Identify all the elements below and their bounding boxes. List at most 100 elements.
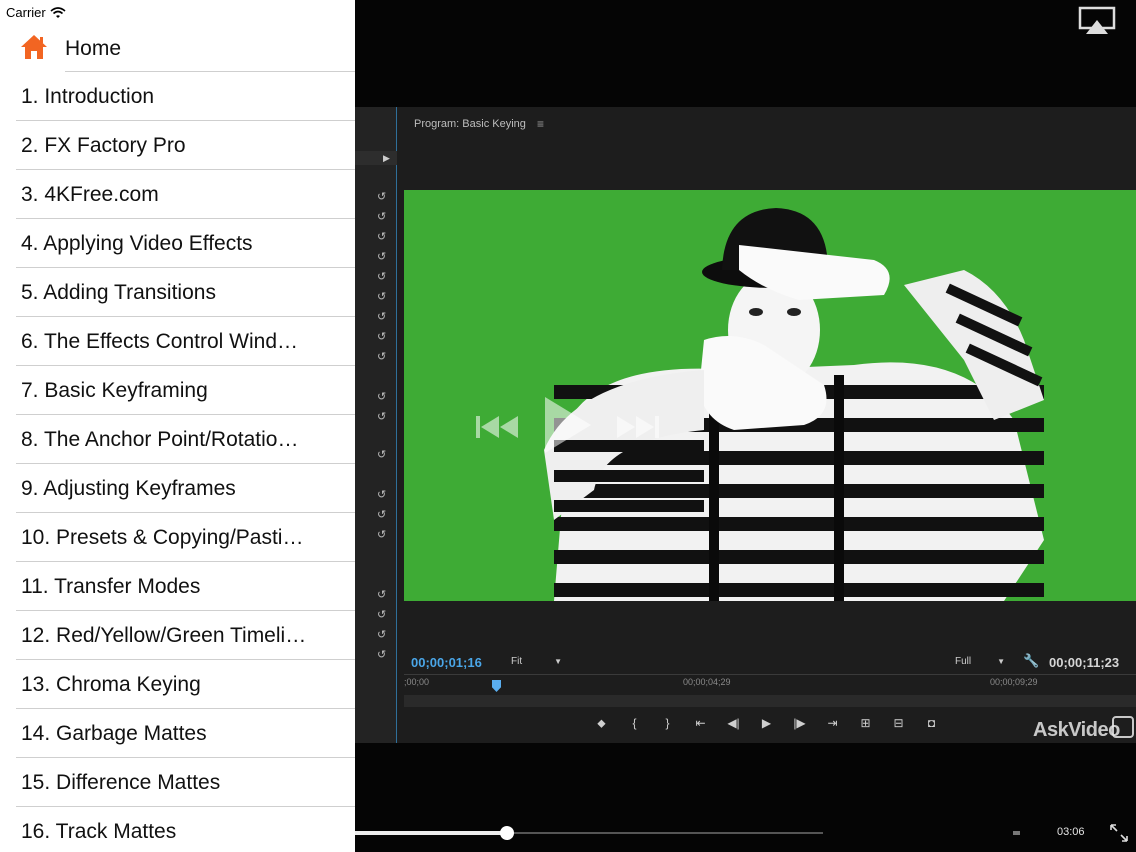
program-monitor-frame xyxy=(404,190,1136,601)
caret-down-icon: ▼ xyxy=(554,657,563,666)
reset-icon: ↺ xyxy=(377,649,387,661)
reset-icon: ↺ xyxy=(377,271,387,283)
lesson-item[interactable]: 1. Introduction xyxy=(0,72,355,121)
panel-arrow-icon: ▶ xyxy=(383,153,390,163)
scrub-handle[interactable] xyxy=(500,826,515,840)
play-button[interactable] xyxy=(543,395,593,455)
lesson-sidebar: Carrier Home 1. Introduction 2. FX Facto… xyxy=(0,0,355,852)
reset-icon: ↺ xyxy=(377,251,387,263)
resolution-select: Full ▼ xyxy=(955,656,1005,667)
effects-panel: ▶ ↺ ↺ ↺ ↺ ↺ ↺ ↺ ↺ ↺ ↺ ↺ ↺ ↺ ↺ ↺ ↺ ↺ ↺ ↺ xyxy=(355,107,397,743)
reset-icon: ↺ xyxy=(377,231,387,243)
lesson-item[interactable]: 15. Difference Mattes xyxy=(0,758,355,807)
reset-icon: ↺ xyxy=(377,411,387,423)
reset-icon: ↺ xyxy=(377,609,387,621)
reset-icon: ↺ xyxy=(377,191,387,203)
lesson-item[interactable]: 5. Adding Transitions xyxy=(0,268,355,317)
premiere-editor-capture: ▶ ↺ ↺ ↺ ↺ ↺ ↺ ↺ ↺ ↺ ↺ ↺ ↺ ↺ ↺ ↺ ↺ ↺ ↺ ↺ … xyxy=(355,107,1136,743)
step-back-icon: ◀| xyxy=(727,716,740,730)
home-label: Home xyxy=(65,37,122,60)
reset-icon: ↺ xyxy=(377,489,387,501)
lesson-title: 16. Track Mattes xyxy=(21,820,177,843)
reset-icon: ↺ xyxy=(377,589,387,601)
total-timecode: 00;00;11;23 xyxy=(1049,655,1120,670)
askvideo-logo-icon xyxy=(1112,716,1134,738)
home-icon xyxy=(21,35,47,59)
status-bar: Carrier xyxy=(6,5,66,20)
full-select-label: Full xyxy=(955,656,972,667)
reset-icon: ↺ xyxy=(377,509,387,521)
subtitle-icon[interactable] xyxy=(1013,831,1020,835)
sidebar-item-home[interactable]: Home xyxy=(0,24,355,72)
lesson-item[interactable]: 13. Chroma Keying xyxy=(0,660,355,709)
ruler-label: 00;00;09;29 xyxy=(990,677,1038,687)
zoom-fit-select: Fit ▼ xyxy=(511,656,562,667)
lesson-item[interactable]: 9. Adjusting Keyframes xyxy=(0,464,355,513)
lesson-title: 5. Adding Transitions xyxy=(21,281,216,304)
scrub-progress xyxy=(355,831,508,835)
ruler-label: ;00;00 xyxy=(404,677,430,687)
panel-header-strip xyxy=(355,151,397,165)
time-remaining: 03:06 xyxy=(1057,826,1085,838)
fit-select-label: Fit xyxy=(511,656,523,667)
lesson-item[interactable]: 12. Red/Yellow/Green Timeli… xyxy=(0,611,355,660)
app-screen: ▶ ↺ ↺ ↺ ↺ ↺ ↺ ↺ ↺ ↺ ↺ ↺ ↺ ↺ ↺ ↺ ↺ ↺ ↺ ↺ … xyxy=(0,0,1136,852)
lesson-item[interactable]: 6. The Effects Control Wind… xyxy=(0,317,355,366)
lesson-title: 6. The Effects Control Wind… xyxy=(21,330,299,353)
lesson-item[interactable]: 16. Track Mattes xyxy=(0,807,355,852)
reset-icon: ↺ xyxy=(377,449,387,461)
fast-forward-button[interactable] xyxy=(615,414,659,440)
mime-figure xyxy=(544,208,1044,601)
go-to-in-icon: ⇤ xyxy=(695,716,706,730)
reset-icon: ↺ xyxy=(377,331,387,343)
reset-icon: ↺ xyxy=(377,291,387,303)
lesson-list: 1. Introduction 2. FX Factory Pro 3. 4KF… xyxy=(0,72,355,852)
lesson-item[interactable]: 4. Applying Video Effects xyxy=(0,219,355,268)
lift-icon: ⊞ xyxy=(860,716,871,730)
lesson-title: 3. 4KFree.com xyxy=(21,183,159,206)
lesson-item[interactable]: 7. Basic Keyframing xyxy=(0,366,355,415)
export-frame-icon: ◘ xyxy=(927,716,936,730)
timeline-scrollbar xyxy=(404,695,1136,707)
lesson-title: 9. Adjusting Keyframes xyxy=(21,477,236,500)
reset-icon: ↺ xyxy=(377,529,387,541)
current-timecode: 00;00;01;16 xyxy=(411,655,482,670)
extract-icon: ⊟ xyxy=(893,716,904,730)
lesson-item[interactable]: 3. 4KFree.com xyxy=(0,170,355,219)
rewind-icon xyxy=(476,416,518,438)
timeline-ruler: ;00;00 00;00;04;29 00;00;09;29 xyxy=(404,674,1136,692)
lesson-title: 13. Chroma Keying xyxy=(21,673,201,696)
lesson-title: 10. Presets & Copying/Pasti… xyxy=(21,526,304,549)
play-icon xyxy=(545,397,591,453)
reset-icon: ↺ xyxy=(377,391,387,403)
lesson-title: 12. Red/Yellow/Green Timeli… xyxy=(21,624,307,647)
play-icon: ▶ xyxy=(761,716,772,730)
wrench-icon: 🔧 xyxy=(1023,653,1040,668)
go-to-out-icon: ⇥ xyxy=(827,716,838,730)
reset-icon: ↺ xyxy=(377,211,387,223)
fullscreen-icon[interactable] xyxy=(1109,823,1129,843)
lesson-item[interactable]: 8. The Anchor Point/Rotatio… xyxy=(0,415,355,464)
lesson-title: 7. Basic Keyframing xyxy=(21,379,208,402)
rewind-button[interactable] xyxy=(476,414,520,440)
mark-in-icon: { xyxy=(632,716,637,730)
lesson-title: 1. Introduction xyxy=(21,85,155,108)
lesson-title: 15. Difference Mattes xyxy=(21,771,221,794)
caret-down-icon: ▼ xyxy=(997,657,1006,666)
lesson-title: 2. FX Factory Pro xyxy=(21,134,186,157)
reset-icon: ↺ xyxy=(377,311,387,323)
step-forward-icon: |▶ xyxy=(793,716,806,730)
lesson-item[interactable]: 2. FX Factory Pro xyxy=(0,121,355,170)
marker-icon: ⬥ xyxy=(597,716,606,730)
reset-icon: ↺ xyxy=(377,351,387,363)
lesson-item[interactable]: 11. Transfer Modes xyxy=(0,562,355,611)
editor-transport-controls: ⬥ { } ⇤ ◀| ▶ |▶ ⇥ ⊞ ⊟ ◘ xyxy=(585,712,948,734)
lesson-title: 4. Applying Video Effects xyxy=(21,232,253,255)
lesson-item[interactable]: 14. Garbage Mattes xyxy=(0,709,355,758)
lesson-item[interactable]: 10. Presets & Copying/Pasti… xyxy=(0,513,355,562)
airplay-icon[interactable] xyxy=(1078,6,1116,36)
askvideo-watermark: AskVideo xyxy=(1033,719,1120,741)
program-monitor-title: Program: Basic Keying xyxy=(414,118,526,130)
lesson-title: 11. Transfer Modes xyxy=(21,575,201,598)
lesson-title: 8. The Anchor Point/Rotatio… xyxy=(21,428,299,451)
